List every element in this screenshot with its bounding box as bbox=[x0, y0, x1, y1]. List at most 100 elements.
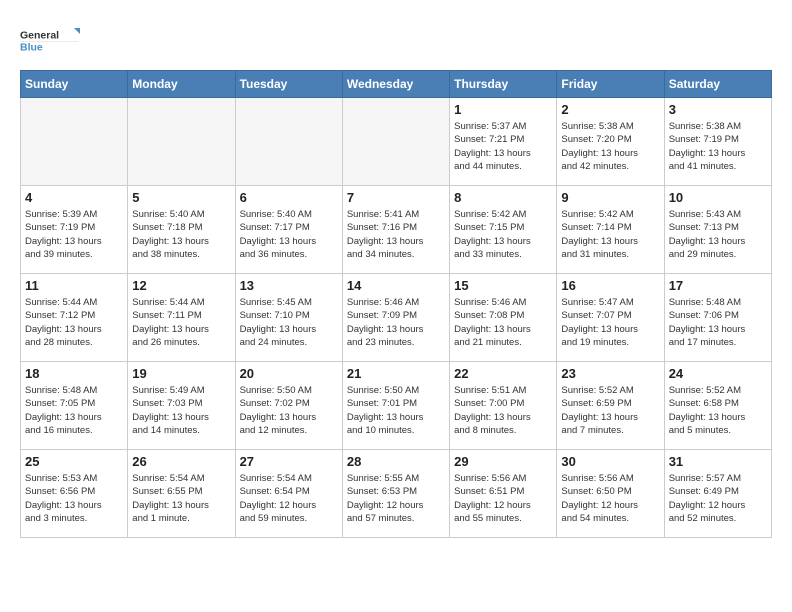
calendar-cell: 15Sunrise: 5:46 AM Sunset: 7:08 PM Dayli… bbox=[450, 274, 557, 362]
day-info: Sunrise: 5:42 AM Sunset: 7:15 PM Dayligh… bbox=[454, 208, 552, 261]
calendar-week-3: 11Sunrise: 5:44 AM Sunset: 7:12 PM Dayli… bbox=[21, 274, 772, 362]
day-info: Sunrise: 5:57 AM Sunset: 6:49 PM Dayligh… bbox=[669, 472, 767, 525]
day-number: 25 bbox=[25, 454, 123, 469]
day-info: Sunrise: 5:37 AM Sunset: 7:21 PM Dayligh… bbox=[454, 120, 552, 173]
weekday-header-sunday: Sunday bbox=[21, 71, 128, 98]
day-info: Sunrise: 5:44 AM Sunset: 7:12 PM Dayligh… bbox=[25, 296, 123, 349]
calendar-table: SundayMondayTuesdayWednesdayThursdayFrid… bbox=[20, 70, 772, 538]
day-number: 14 bbox=[347, 278, 445, 293]
weekday-header-friday: Friday bbox=[557, 71, 664, 98]
day-info: Sunrise: 5:48 AM Sunset: 7:06 PM Dayligh… bbox=[669, 296, 767, 349]
calendar-cell: 27 Sunrise: 5:54 AM Sunset: 6:54 PM Dayli… bbox=[235, 450, 342, 538]
day-info: Sunrise: 5:38 AM Sunset: 7:19 PM Dayligh… bbox=[669, 120, 767, 173]
calendar-cell: 20 Sunrise: 5:50 AM Sunset: 7:02 PM Dayli… bbox=[235, 362, 342, 450]
day-info: Sunrise: 5:43 AM Sunset: 7:13 PM Dayligh… bbox=[669, 208, 767, 261]
calendar-cell bbox=[342, 98, 449, 186]
day-number: 18 bbox=[25, 366, 123, 381]
day-info: Sunrise: 5:52 AM Sunset: 6:58 PM Dayligh… bbox=[669, 384, 767, 437]
day-info: Sunrise: 5:50 AM Sunset: 7:01 PM Dayligh… bbox=[347, 384, 445, 437]
weekday-header-saturday: Saturday bbox=[664, 71, 771, 98]
day-info: Sunrise: 5:51 AM Sunset: 7:00 PM Dayligh… bbox=[454, 384, 552, 437]
day-info: Sunrise: 5:54 AM Sunset: 6:54 PM Dayligh… bbox=[240, 472, 338, 525]
day-number: 6 bbox=[240, 190, 338, 205]
calendar-cell: 6 Sunrise: 5:40 AM Sunset: 7:17 PM Daylig… bbox=[235, 186, 342, 274]
day-info: Sunrise: 5:45 AM Sunset: 7:10 PM Dayligh… bbox=[240, 296, 338, 349]
logo-svg: General Blue bbox=[20, 20, 80, 60]
day-number: 20 bbox=[240, 366, 338, 381]
calendar-cell: 2 Sunrise: 5:38 AM Sunset: 7:20 PM Daylig… bbox=[557, 98, 664, 186]
calendar-cell: 29Sunrise: 5:56 AM Sunset: 6:51 PM Dayli… bbox=[450, 450, 557, 538]
logo: General Blue bbox=[20, 20, 80, 60]
calendar-cell: 26Sunrise: 5:54 AM Sunset: 6:55 PM Dayli… bbox=[128, 450, 235, 538]
day-info: Sunrise: 5:44 AM Sunset: 7:11 PM Dayligh… bbox=[132, 296, 230, 349]
day-info: Sunrise: 5:47 AM Sunset: 7:07 PM Dayligh… bbox=[561, 296, 659, 349]
day-info: Sunrise: 5:40 AM Sunset: 7:18 PM Dayligh… bbox=[132, 208, 230, 261]
calendar-cell: 12 Sunrise: 5:44 AM Sunset: 7:11 PM Dayli… bbox=[128, 274, 235, 362]
calendar-cell: 17Sunrise: 5:48 AM Sunset: 7:06 PM Dayli… bbox=[664, 274, 771, 362]
day-info: Sunrise: 5:41 AM Sunset: 7:16 PM Dayligh… bbox=[347, 208, 445, 261]
svg-text:General: General bbox=[20, 30, 59, 42]
day-number: 13 bbox=[240, 278, 338, 293]
calendar-cell: 5 Sunrise: 5:40 AM Sunset: 7:18 PM Daylig… bbox=[128, 186, 235, 274]
calendar-cell: 28 Sunrise: 5:55 AM Sunset: 6:53 PM Dayli… bbox=[342, 450, 449, 538]
day-number: 2 bbox=[561, 102, 659, 117]
day-number: 16 bbox=[561, 278, 659, 293]
day-info: Sunrise: 5:46 AM Sunset: 7:08 PM Dayligh… bbox=[454, 296, 552, 349]
day-number: 30 bbox=[561, 454, 659, 469]
day-info: Sunrise: 5:52 AM Sunset: 6:59 PM Dayligh… bbox=[561, 384, 659, 437]
calendar-cell: 21 Sunrise: 5:50 AM Sunset: 7:01 PM Dayli… bbox=[342, 362, 449, 450]
calendar-cell bbox=[235, 98, 342, 186]
day-info: Sunrise: 5:56 AM Sunset: 6:51 PM Dayligh… bbox=[454, 472, 552, 525]
day-number: 21 bbox=[347, 366, 445, 381]
calendar-cell: 25 Sunrise: 5:53 AM Sunset: 6:56 PM Dayli… bbox=[21, 450, 128, 538]
day-number: 1 bbox=[454, 102, 552, 117]
calendar-week-5: 25 Sunrise: 5:53 AM Sunset: 6:56 PM Dayli… bbox=[21, 450, 772, 538]
day-number: 10 bbox=[669, 190, 767, 205]
weekday-header-monday: Monday bbox=[128, 71, 235, 98]
calendar-cell: 10 Sunrise: 5:43 AM Sunset: 7:13 PM Dayli… bbox=[664, 186, 771, 274]
calendar-cell: 19Sunrise: 5:49 AM Sunset: 7:03 PM Dayli… bbox=[128, 362, 235, 450]
day-info: Sunrise: 5:38 AM Sunset: 7:20 PM Dayligh… bbox=[561, 120, 659, 173]
day-info: Sunrise: 5:50 AM Sunset: 7:02 PM Dayligh… bbox=[240, 384, 338, 437]
calendar-cell: 24 Sunrise: 5:52 AM Sunset: 6:58 PM Dayli… bbox=[664, 362, 771, 450]
day-number: 26 bbox=[132, 454, 230, 469]
day-number: 12 bbox=[132, 278, 230, 293]
day-number: 3 bbox=[669, 102, 767, 117]
day-info: Sunrise: 5:39 AM Sunset: 7:19 PM Dayligh… bbox=[25, 208, 123, 261]
calendar-week-4: 18 Sunrise: 5:48 AM Sunset: 7:05 PM Dayli… bbox=[21, 362, 772, 450]
calendar-cell bbox=[21, 98, 128, 186]
calendar-cell: 1 Sunrise: 5:37 AM Sunset: 7:21 PM Daylig… bbox=[450, 98, 557, 186]
day-number: 9 bbox=[561, 190, 659, 205]
day-number: 27 bbox=[240, 454, 338, 469]
calendar-cell: 30 Sunrise: 5:56 AM Sunset: 6:50 PM Dayli… bbox=[557, 450, 664, 538]
calendar-cell: 7 Sunrise: 5:41 AM Sunset: 7:16 PM Daylig… bbox=[342, 186, 449, 274]
day-info: Sunrise: 5:42 AM Sunset: 7:14 PM Dayligh… bbox=[561, 208, 659, 261]
day-info: Sunrise: 5:48 AM Sunset: 7:05 PM Dayligh… bbox=[25, 384, 123, 437]
calendar-cell: 3 Sunrise: 5:38 AM Sunset: 7:19 PM Daylig… bbox=[664, 98, 771, 186]
calendar-cell: 18 Sunrise: 5:48 AM Sunset: 7:05 PM Dayli… bbox=[21, 362, 128, 450]
day-number: 7 bbox=[347, 190, 445, 205]
day-info: Sunrise: 5:56 AM Sunset: 6:50 PM Dayligh… bbox=[561, 472, 659, 525]
day-number: 28 bbox=[347, 454, 445, 469]
weekday-header-tuesday: Tuesday bbox=[235, 71, 342, 98]
day-number: 24 bbox=[669, 366, 767, 381]
day-info: Sunrise: 5:55 AM Sunset: 6:53 PM Dayligh… bbox=[347, 472, 445, 525]
calendar-cell bbox=[128, 98, 235, 186]
weekday-header-thursday: Thursday bbox=[450, 71, 557, 98]
day-number: 31 bbox=[669, 454, 767, 469]
day-info: Sunrise: 5:40 AM Sunset: 7:17 PM Dayligh… bbox=[240, 208, 338, 261]
calendar-cell: 16 Sunrise: 5:47 AM Sunset: 7:07 PM Dayli… bbox=[557, 274, 664, 362]
calendar-cell: 8 Sunrise: 5:42 AM Sunset: 7:15 PM Daylig… bbox=[450, 186, 557, 274]
day-number: 8 bbox=[454, 190, 552, 205]
calendar-cell: 11Sunrise: 5:44 AM Sunset: 7:12 PM Dayli… bbox=[21, 274, 128, 362]
day-info: Sunrise: 5:53 AM Sunset: 6:56 PM Dayligh… bbox=[25, 472, 123, 525]
calendar-cell: 22 Sunrise: 5:51 AM Sunset: 7:00 PM Dayli… bbox=[450, 362, 557, 450]
calendar-cell: 4 Sunrise: 5:39 AM Sunset: 7:19 PM Daylig… bbox=[21, 186, 128, 274]
day-number: 5 bbox=[132, 190, 230, 205]
day-number: 4 bbox=[25, 190, 123, 205]
day-number: 22 bbox=[454, 366, 552, 381]
weekday-header-wednesday: Wednesday bbox=[342, 71, 449, 98]
day-info: Sunrise: 5:46 AM Sunset: 7:09 PM Dayligh… bbox=[347, 296, 445, 349]
calendar-cell: 13 Sunrise: 5:45 AM Sunset: 7:10 PM Dayli… bbox=[235, 274, 342, 362]
svg-text:Blue: Blue bbox=[20, 42, 43, 54]
